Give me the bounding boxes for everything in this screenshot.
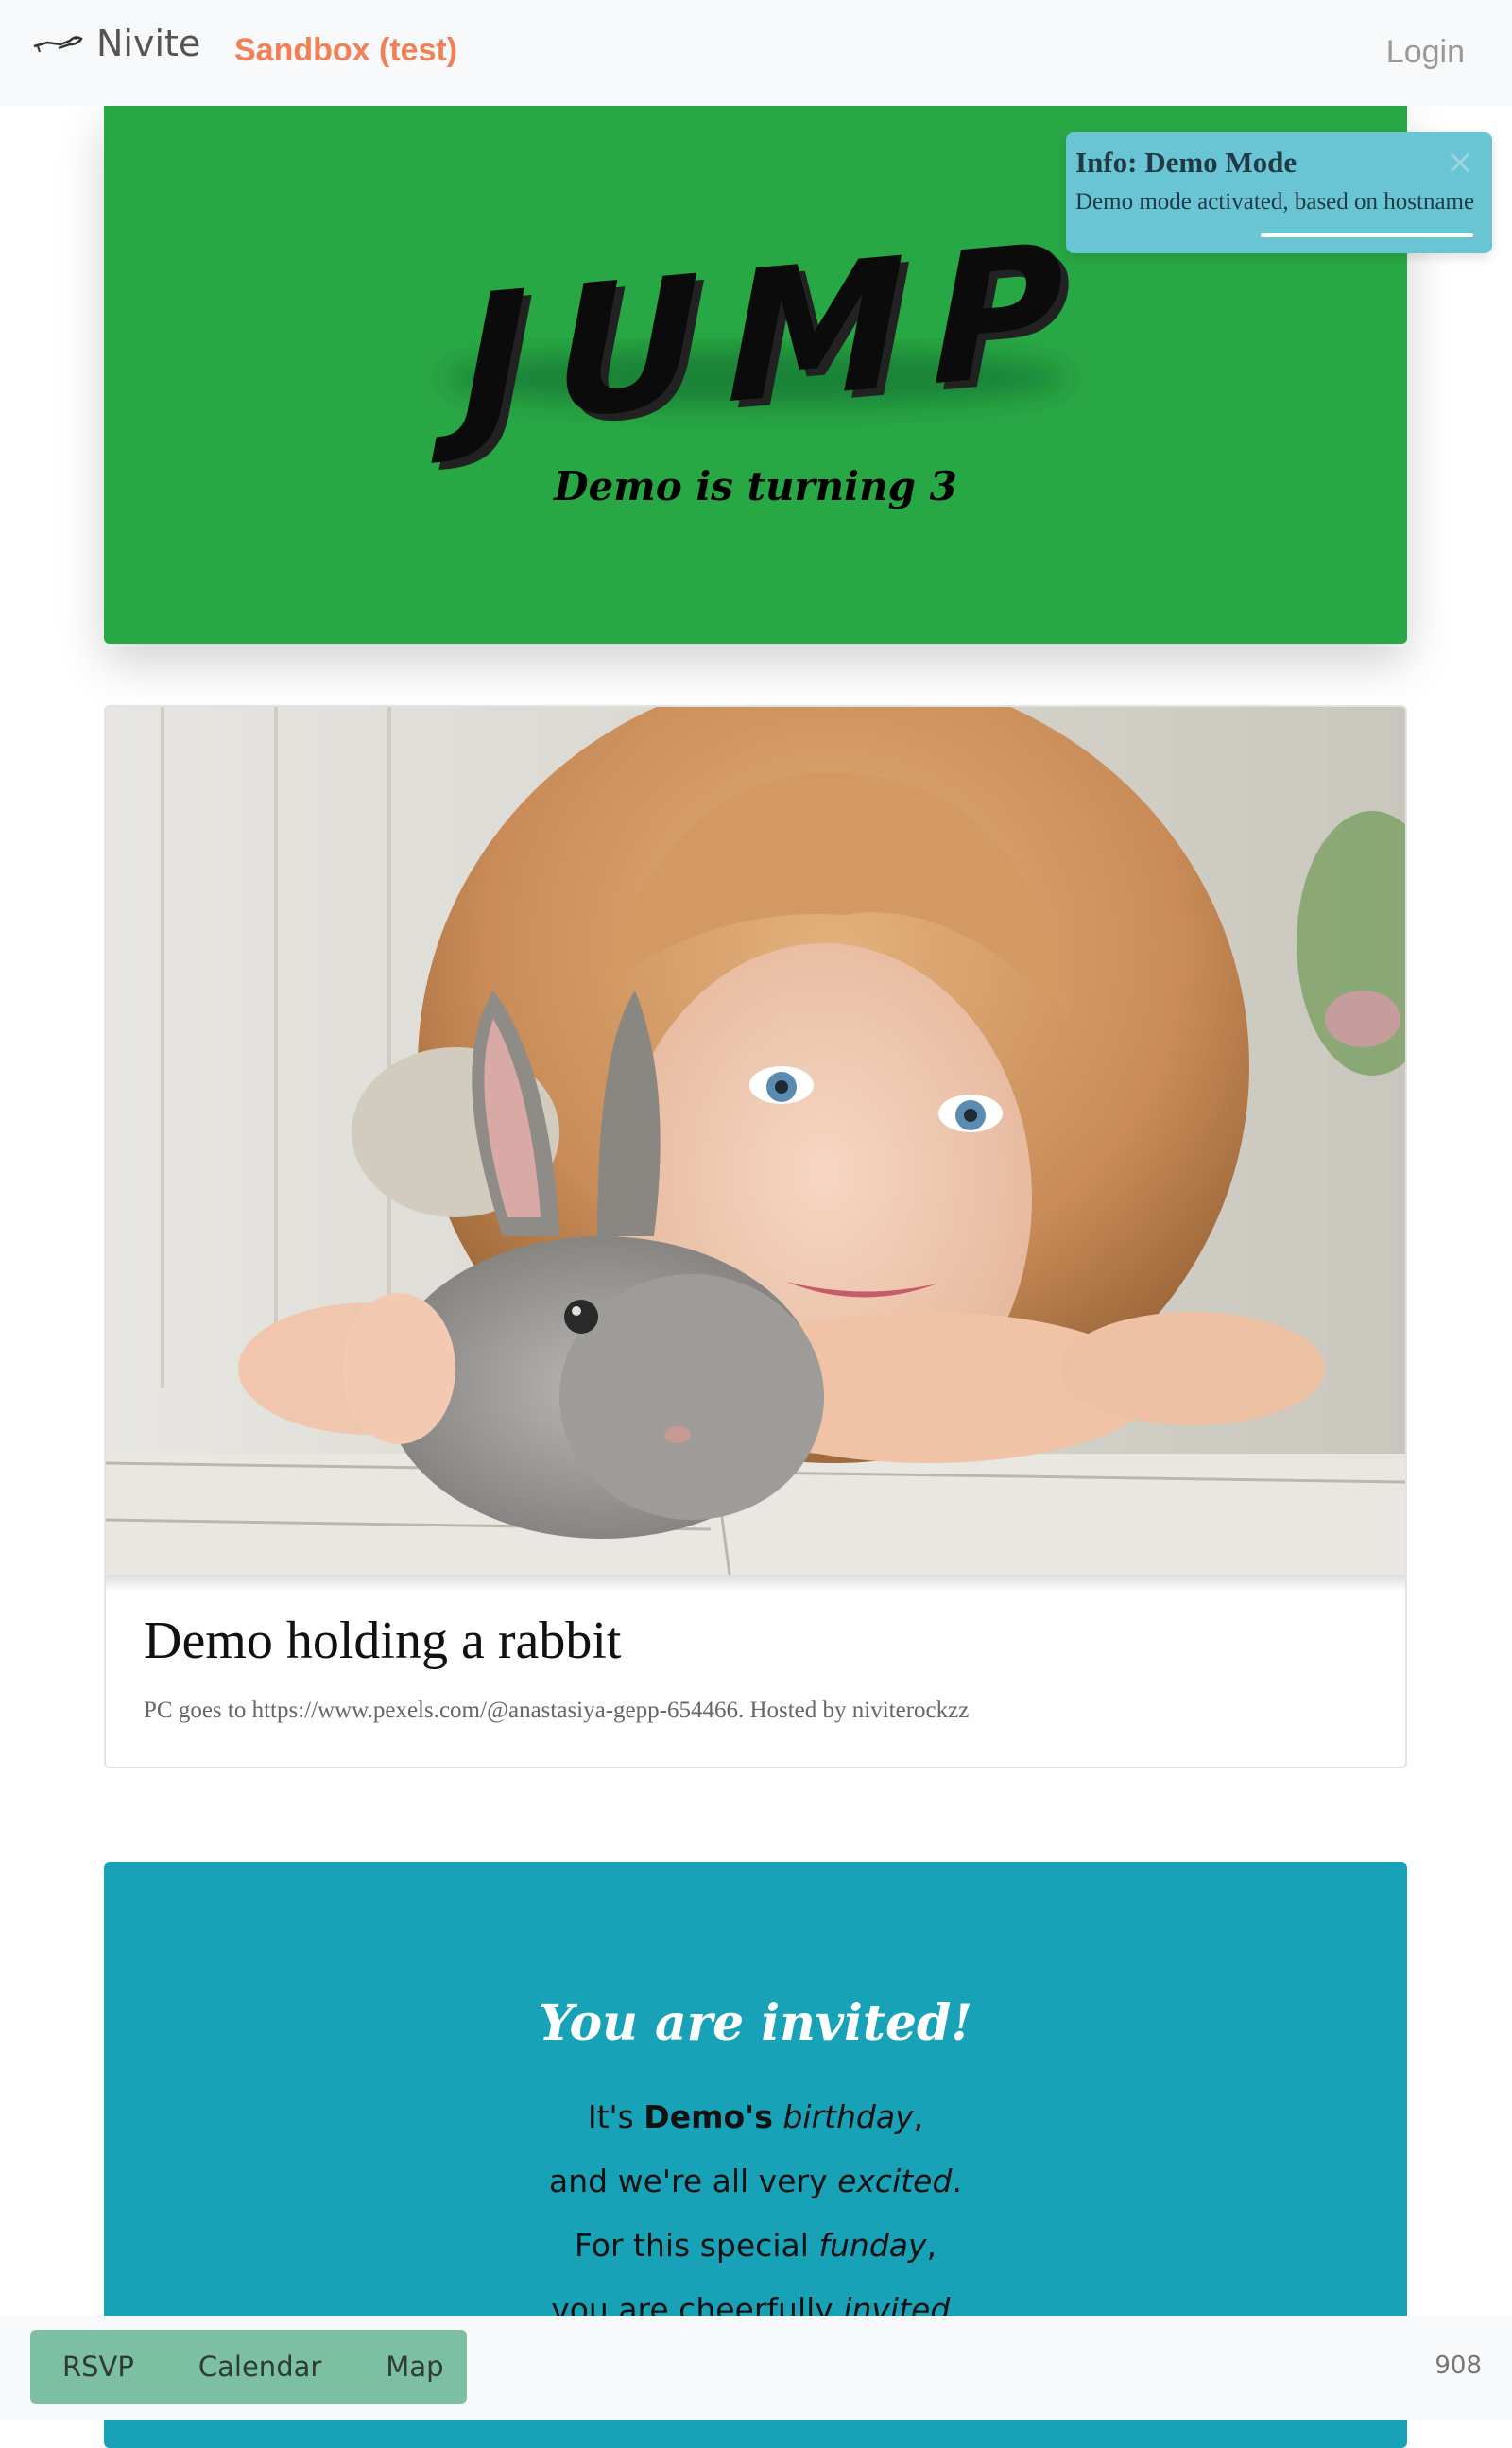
line2-emphasis: excited <box>837 2163 953 2199</box>
invitation-line-1: It's Demo's birthday, <box>104 2098 1407 2135</box>
environment-label: Sandbox (test) <box>234 32 458 68</box>
view-count: 908 <box>1435 2352 1482 2380</box>
rsvp-button[interactable]: RSVP <box>30 2351 166 2383</box>
line1-emphasis: birthday <box>782 2098 914 2135</box>
info-toast: Info: Demo Mode Demo mode activated, bas… <box>1066 132 1492 253</box>
line3-emphasis: funday <box>818 2227 927 2264</box>
line3-punct: , <box>926 2227 937 2264</box>
brand-link[interactable]: Nivite <box>32 23 200 64</box>
bottom-action-bar: RSVP Calendar Map 908 <box>0 2316 1512 2420</box>
toast-message: Demo mode activated, based on hostname <box>1075 189 1475 215</box>
line2-text: and we're all very <box>549 2163 838 2199</box>
line3-text: For this special <box>574 2227 819 2264</box>
invitation-title: You are invited! <box>538 1994 973 2052</box>
close-icon[interactable] <box>1447 149 1473 176</box>
hero-subtitle: Demo is turning 3 <box>554 463 957 509</box>
rabbit-photo <box>106 707 1405 1575</box>
action-button-group: RSVP Calendar Map <box>30 2330 467 2404</box>
line1-name: Demo's <box>644 2098 773 2135</box>
photo-caption: PC goes to https://www.pexels.com/@anast… <box>144 1698 970 1723</box>
photo-title: Demo holding a rabbit <box>144 1612 622 1670</box>
jump-text: JUMP <box>431 202 1090 470</box>
line1-text: It's <box>587 2098 644 2135</box>
login-link[interactable]: Login <box>1386 34 1465 71</box>
top-navbar: Nivite Sandbox (test) Login <box>0 0 1512 106</box>
toast-progress-bar <box>1261 233 1473 237</box>
calendar-button[interactable]: Calendar <box>166 2351 353 2383</box>
brand-name: Nivite <box>96 23 201 64</box>
line1-punct: , <box>913 2098 924 2135</box>
line2-punct: . <box>952 2163 962 2199</box>
map-button[interactable]: Map <box>353 2351 475 2383</box>
invitation-line-2: and we're all very excited. <box>104 2163 1407 2199</box>
photo-card: Demo holding a rabbit PC goes to https:/… <box>104 705 1407 1768</box>
toast-title: Info: Demo Mode <box>1075 146 1297 179</box>
invitation-line-3: For this special funday, <box>104 2227 1407 2264</box>
bird-logo-icon <box>32 29 83 59</box>
photo-bottom-edge <box>106 1575 1405 1592</box>
